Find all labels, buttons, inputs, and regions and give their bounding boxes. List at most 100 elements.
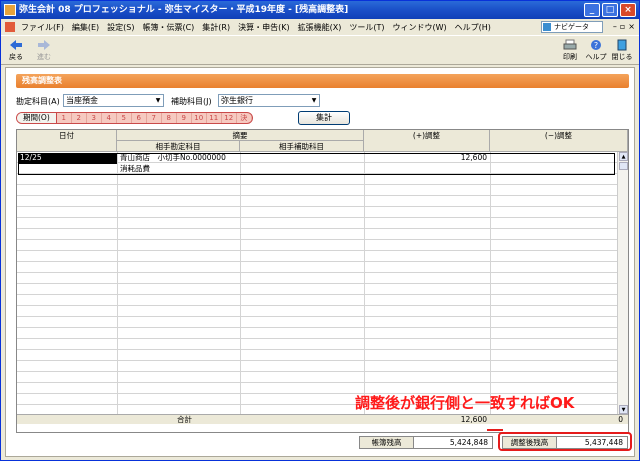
table-row[interactable] [17,317,618,328]
period-month-closing[interactable]: 決 [237,113,252,123]
back-button[interactable]: 戻る [3,39,29,62]
menu-edit[interactable]: 編集(E) [68,22,103,33]
annotation-text: 調整後が銀行側と一致すればOK [355,394,575,412]
total-row: 合計 12,600 0 [17,414,628,424]
table-row[interactable] [17,273,618,284]
account-label: 勘定科目(A) [16,97,60,106]
table-row[interactable] [17,295,618,306]
period-month-2[interactable]: 2 [72,113,87,123]
sub-account-value: 弥生銀行 [221,96,253,105]
table-row[interactable] [17,240,618,251]
header-plus-adjust: (+)調整 [364,130,490,152]
table-row[interactable] [17,251,618,262]
table-row[interactable] [17,361,618,372]
app-icon [4,4,16,16]
row1-plus[interactable]: 12,600 [367,153,487,163]
mdi-close-button[interactable]: × [628,22,635,31]
scroll-thumb[interactable] [619,162,628,170]
menu-extensions[interactable]: 拡張機能(X) [294,22,346,33]
close-button[interactable]: 閉じる [609,39,635,62]
period-month-9[interactable]: 9 [177,113,192,123]
period-selector: 期間(O) 1 2 3 4 5 6 7 8 9 10 11 12 決 [16,112,253,124]
table-row[interactable] [17,284,618,295]
total-label: 合計 [177,415,192,424]
back-label: 戻る [9,53,23,61]
close-window-button[interactable]: × [620,3,636,17]
table-row[interactable] [17,196,618,207]
period-month-5[interactable]: 5 [117,113,132,123]
total-minus: 0 [618,415,623,424]
mdi-restore-button[interactable]: ▫ [620,22,625,31]
close-door-icon [617,39,627,51]
minimize-button[interactable]: _ [584,3,600,17]
menu-help[interactable]: ヘルプ(H) [451,22,495,33]
period-month-1[interactable]: 1 [57,113,72,123]
row1-date[interactable]: 12/25 [18,153,117,164]
menu-tools[interactable]: ツール(T) [345,22,388,33]
sub-account-select[interactable]: 弥生銀行 ▼ [218,94,320,107]
section-title: 残高調整表 [16,74,629,88]
table-row[interactable] [17,306,618,317]
table-row[interactable] [17,218,618,229]
row1-account[interactable]: 消耗品費 [120,164,150,174]
menu-file[interactable]: ファイル(F) [17,22,68,33]
navigator-dropdown[interactable]: ナビゲータ [541,21,603,33]
table-row[interactable] [17,328,618,339]
menu-window[interactable]: ウィンドウ(W) [388,22,450,33]
table-row[interactable] [17,372,618,383]
row1-summary[interactable]: 青山商店 小切手No.0000000 [120,153,226,163]
print-button[interactable]: 印刷 [557,39,583,62]
print-label: 印刷 [563,53,577,61]
scroll-down-icon[interactable]: ▼ [619,405,628,414]
period-month-3[interactable]: 3 [87,113,102,123]
mdi-minimize-button[interactable]: – [613,22,617,31]
header-counter-sub: 相手補助科目 [240,141,364,152]
header-minus-adjust: (−)調整 [490,130,628,152]
vertical-scrollbar[interactable]: ▲ ▼ [617,152,628,414]
document-icon [5,22,15,32]
book-balance-value: 5,424,848 [449,438,488,447]
table-row[interactable] [17,229,618,240]
account-select[interactable]: 当座預金 ▼ [63,94,164,107]
period-button[interactable]: 期間(O) [17,113,57,123]
help-button[interactable]: ? ヘルプ [583,39,609,62]
annotation-highlight-box [498,432,632,451]
menu-closing[interactable]: 決算・申告(K) [234,22,294,33]
forward-button[interactable]: 進む [31,39,57,62]
forward-arrow-icon [38,40,50,50]
chevron-down-icon: ▼ [155,97,161,104]
menu-aggregate[interactable]: 集計(R) [198,22,234,33]
period-month-10[interactable]: 10 [192,113,207,123]
period-month-7[interactable]: 7 [147,113,162,123]
printer-icon [563,39,577,50]
navigator-label: ナビゲータ [554,23,589,31]
scroll-up-icon[interactable]: ▲ [619,152,628,161]
table-row[interactable] [17,185,618,196]
period-month-12[interactable]: 12 [222,113,237,123]
account-value: 当座預金 [66,96,98,105]
sub-account-label: 補助科目(J) [171,97,212,106]
period-month-11[interactable]: 11 [207,113,222,123]
menu-settings[interactable]: 設定(S) [103,22,138,33]
period-month-6[interactable]: 6 [132,113,147,123]
table-row[interactable] [17,262,618,273]
adjustment-table: 日付 摘要 相手勘定科目 相手補助科目 (+)調整 (−)調整 12/25 青山… [16,129,629,433]
header-date: 日付 [17,130,117,152]
close-label: 閉じる [611,53,633,61]
help-icon: ? [591,40,601,50]
table-row[interactable] [17,174,618,185]
header-counter-account: 相手勘定科目 [117,141,240,152]
svg-text:?: ? [594,41,598,50]
app-window: 弥生会計 08 プロフェッショナル - 弥生マイスター・平成19年度 - [残高… [0,0,640,461]
aggregate-button[interactable]: 集計 [298,111,350,125]
period-month-8[interactable]: 8 [162,113,177,123]
table-row[interactable] [17,350,618,361]
table-row[interactable] [17,207,618,218]
table-row[interactable] [17,339,618,350]
maximize-button[interactable]: □ [602,3,618,17]
back-arrow-icon [10,40,22,50]
period-month-4[interactable]: 4 [102,113,117,123]
menu-books[interactable]: 帳簿・伝票(C) [138,22,198,33]
chevron-down-icon: ▼ [311,97,317,104]
book-balance-field: 帳簿残高 5,424,848 [359,436,493,449]
